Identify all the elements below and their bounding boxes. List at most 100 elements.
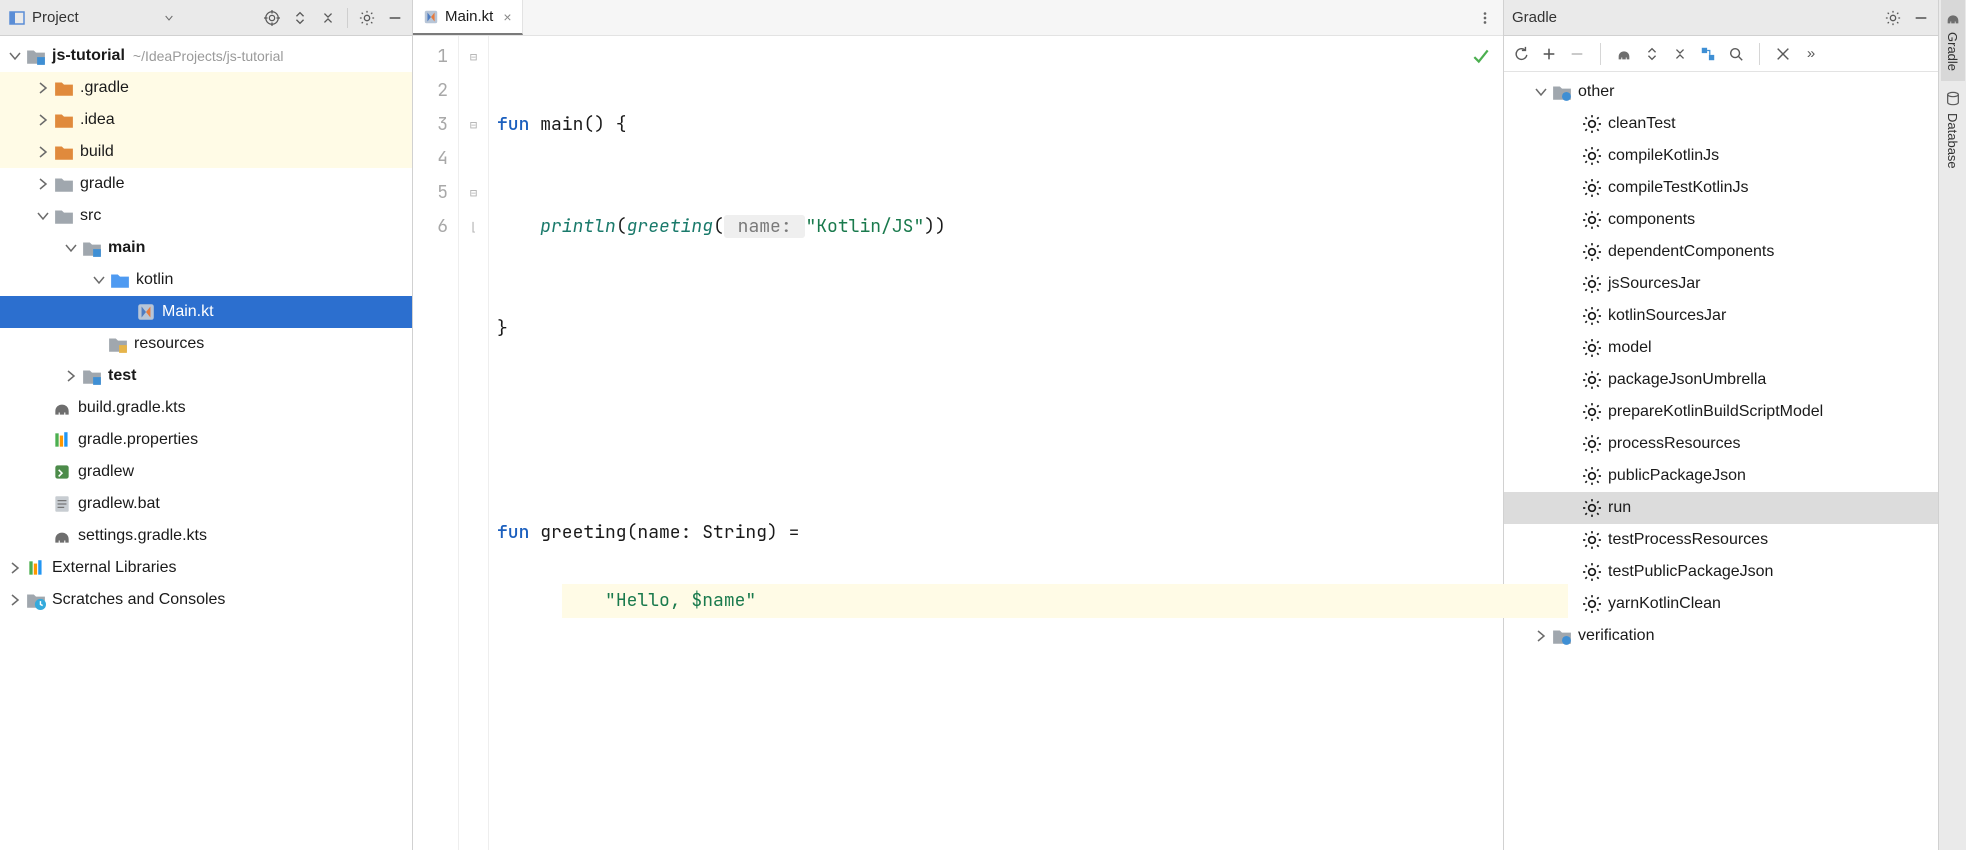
tab-main-kt[interactable]: Main.kt ×: [413, 0, 523, 35]
collapse-all-icon[interactable]: [319, 9, 337, 27]
gradle-expand-icon[interactable]: [1643, 45, 1661, 63]
tree-file[interactable]: gradlew: [0, 456, 412, 488]
close-tab-icon[interactable]: ×: [503, 9, 511, 25]
tree-label: .idea: [80, 111, 115, 129]
gradle-task[interactable]: kotlinSourcesJar: [1504, 300, 1938, 332]
tree-item-main[interactable]: main: [0, 232, 412, 264]
tree-label: build: [80, 143, 114, 161]
tree-item-idea[interactable]: .idea: [0, 104, 412, 136]
gradle-offline-icon[interactable]: [1774, 45, 1792, 63]
line-number: 2: [413, 74, 448, 108]
tree-label: gradlew: [78, 463, 134, 481]
tree-label: kotlin: [136, 271, 173, 289]
tree-item-gradle-dot[interactable]: .gradle: [0, 72, 412, 104]
tree-root[interactable]: js-tutorial ~/IdeaProjects/js-tutorial: [0, 40, 412, 72]
gradle-search-icon[interactable]: [1727, 45, 1745, 63]
tree-item-src[interactable]: src: [0, 200, 412, 232]
gradle-toolbar: »: [1504, 36, 1938, 72]
gradle-group-verification[interactable]: verification: [1504, 620, 1938, 652]
gradle-task-label: components: [1608, 211, 1695, 229]
right-tool-strip: Gradle Database: [1938, 0, 1966, 850]
gradle-task-label: cleanTest: [1608, 115, 1676, 133]
tab-label: Main.kt: [445, 8, 493, 25]
gradle-remove-icon[interactable]: [1568, 45, 1586, 63]
gradle-task[interactable]: compileKotlinJs: [1504, 140, 1938, 172]
project-panel-title[interactable]: Project: [32, 9, 79, 26]
code-editor[interactable]: 1 2 3 4 5 6 ⊟⊟⊟⌊ fun main() { println(gr…: [413, 36, 1503, 850]
gradle-task[interactable]: compileTestKotlinJs: [1504, 172, 1938, 204]
tree-item-build[interactable]: build: [0, 136, 412, 168]
line-number: 6: [413, 210, 448, 244]
gradle-task[interactable]: dependentComponents: [1504, 236, 1938, 268]
fold-column[interactable]: ⊟⊟⊟⌊: [459, 36, 489, 850]
gradle-run-icon[interactable]: [1615, 45, 1633, 63]
gradle-task[interactable]: components: [1504, 204, 1938, 236]
tree-item-resources[interactable]: resources: [0, 328, 412, 360]
gradle-showdeps-icon[interactable]: [1699, 45, 1717, 63]
gradle-task[interactable]: testPublicPackageJson: [1504, 556, 1938, 588]
tree-file[interactable]: gradle.properties: [0, 424, 412, 456]
tab-menu-icon[interactable]: [1467, 0, 1503, 35]
tree-item-gradle[interactable]: gradle: [0, 168, 412, 200]
project-settings-icon[interactable]: [358, 9, 376, 27]
select-open-file-icon[interactable]: [263, 9, 281, 27]
gradle-task[interactable]: prepareKotlinBuildScriptModel: [1504, 396, 1938, 428]
param-hint: name:: [724, 215, 806, 238]
gradle-task[interactable]: model: [1504, 332, 1938, 364]
line-number: 1: [413, 40, 448, 74]
tree-label: build.gradle.kts: [78, 399, 186, 417]
tree-label: gradlew.bat: [78, 495, 160, 513]
gradle-task-label: kotlinSourcesJar: [1608, 307, 1726, 325]
tree-label: .gradle: [80, 79, 129, 97]
project-panel-header: Project: [0, 0, 412, 36]
gradle-tool-window: Gradle » other cleanTestcompileKotlinJsc…: [1504, 0, 1938, 850]
gradle-group-other[interactable]: other: [1504, 76, 1938, 108]
tree-item-kotlin[interactable]: kotlin: [0, 264, 412, 296]
tree-file[interactable]: gradlew.bat: [0, 488, 412, 520]
gradle-task-label: model: [1608, 339, 1652, 357]
tree-label: verification: [1578, 627, 1654, 645]
gradle-task-label: publicPackageJson: [1608, 467, 1746, 485]
tree-external-libraries[interactable]: External Libraries: [0, 552, 412, 584]
project-tool-window: Project js-tutorial ~/IdeaProjects/js-tu…: [0, 0, 413, 850]
tree-label: Scratches and Consoles: [52, 591, 225, 609]
hide-gradle-panel-icon[interactable]: [1912, 9, 1930, 27]
expand-all-icon[interactable]: [291, 9, 309, 27]
gradle-task-label: prepareKotlinBuildScriptModel: [1608, 403, 1823, 421]
hide-panel-icon[interactable]: [386, 9, 404, 27]
gradle-task[interactable]: yarnKotlinClean: [1504, 588, 1938, 620]
project-tree[interactable]: js-tutorial ~/IdeaProjects/js-tutorial .…: [0, 36, 412, 850]
gradle-task[interactable]: processResources: [1504, 428, 1938, 460]
gradle-task-label: testPublicPackageJson: [1608, 563, 1773, 581]
gradle-task[interactable]: testProcessResources: [1504, 524, 1938, 556]
tool-strip-gradle[interactable]: Gradle: [1941, 0, 1965, 81]
gradle-panel-header: Gradle: [1504, 0, 1938, 36]
gradle-task[interactable]: run: [1504, 492, 1938, 524]
line-number: 4: [413, 142, 448, 176]
tree-item-main-kt[interactable]: Main.kt: [0, 296, 412, 328]
gradle-more-icon[interactable]: »: [1802, 45, 1820, 63]
gradle-task[interactable]: packageJsonUmbrella: [1504, 364, 1938, 396]
code-area[interactable]: fun main() { println(greeting( name: "Ko…: [489, 36, 1503, 850]
gradle-task-label: jsSourcesJar: [1608, 275, 1700, 293]
gradle-task-label: run: [1608, 499, 1631, 517]
tree-label: External Libraries: [52, 559, 177, 577]
gradle-settings-icon[interactable]: [1884, 9, 1902, 27]
tree-file[interactable]: build.gradle.kts: [0, 392, 412, 424]
gradle-task[interactable]: cleanTest: [1504, 108, 1938, 140]
gradle-task-label: yarnKotlinClean: [1608, 595, 1721, 613]
gradle-tree[interactable]: other cleanTest compileKotlinJscompileTes…: [1504, 72, 1938, 850]
tree-label: other: [1578, 83, 1614, 101]
tree-item-test[interactable]: test: [0, 360, 412, 392]
gradle-refresh-icon[interactable]: [1512, 45, 1530, 63]
gradle-task[interactable]: jsSourcesJar: [1504, 268, 1938, 300]
tree-scratches[interactable]: Scratches and Consoles: [0, 584, 412, 616]
inspection-ok-icon[interactable]: [1471, 44, 1491, 78]
tree-label: js-tutorial: [52, 47, 125, 65]
gradle-panel-title: Gradle: [1512, 9, 1557, 26]
gradle-add-icon[interactable]: [1540, 45, 1558, 63]
tool-strip-database[interactable]: Database: [1941, 81, 1965, 179]
gradle-task[interactable]: publicPackageJson: [1504, 460, 1938, 492]
gradle-collapse-icon[interactable]: [1671, 45, 1689, 63]
tree-file[interactable]: settings.gradle.kts: [0, 520, 412, 552]
